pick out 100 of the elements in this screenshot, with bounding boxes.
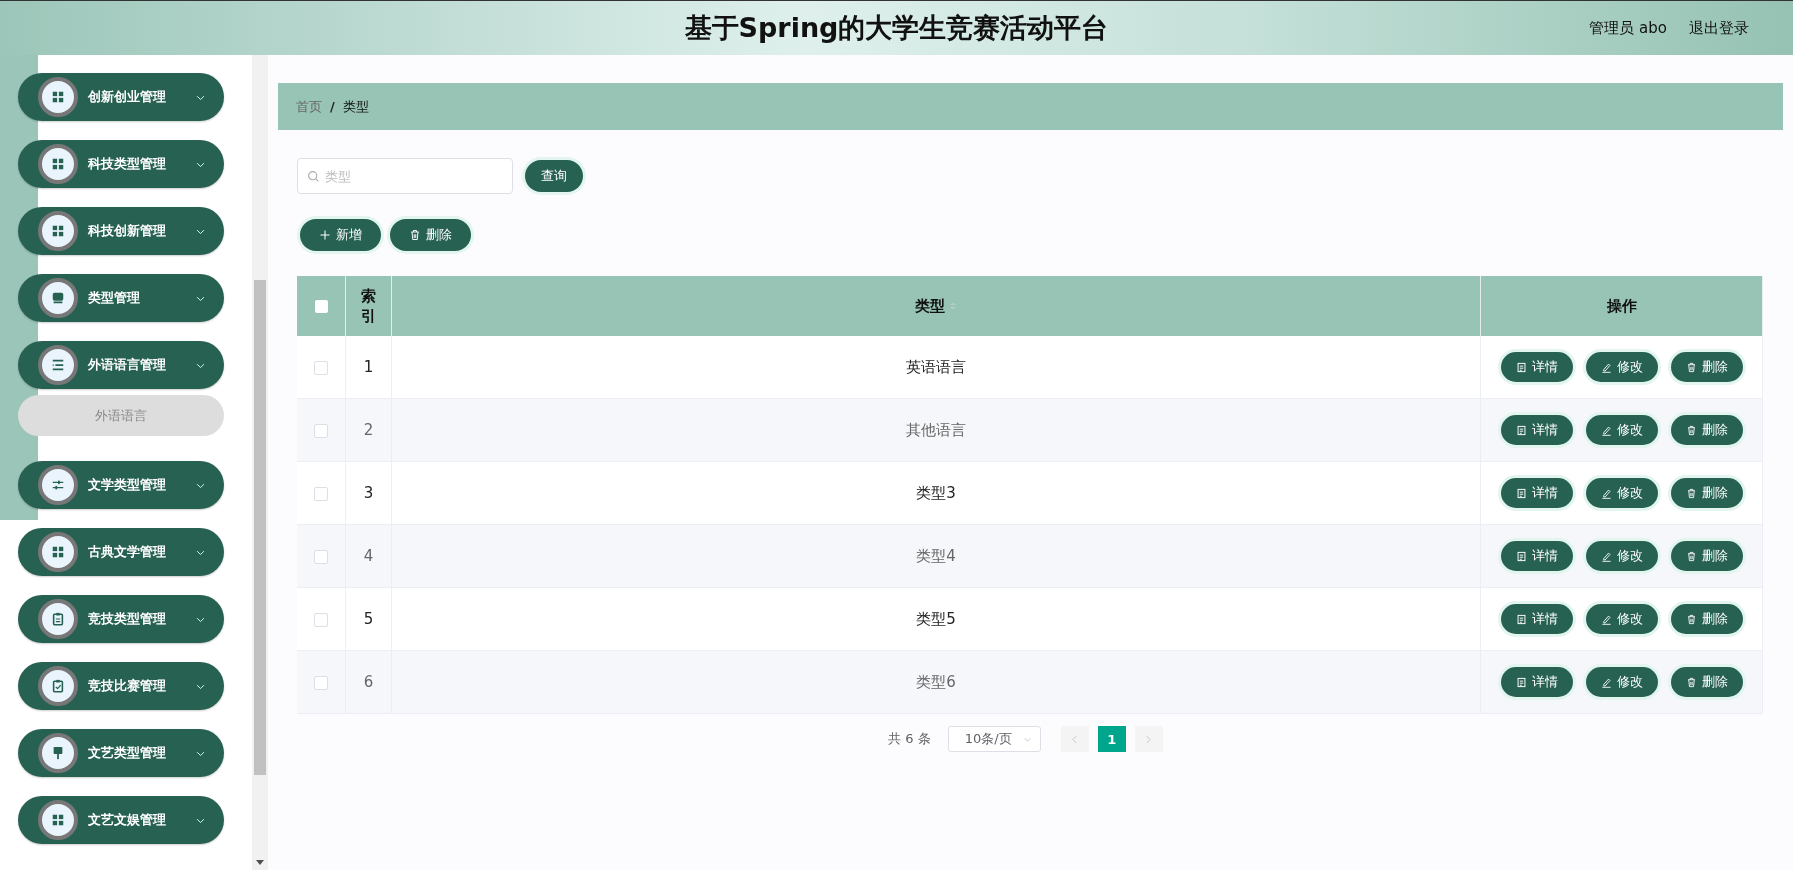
- scroll-down-icon[interactable]: [256, 860, 264, 865]
- table-cell: 5: [345, 587, 392, 651]
- column-header[interactable]: 类型: [391, 276, 1481, 336]
- delete-button[interactable]: 删除: [1670, 604, 1743, 634]
- scrollbar-thumb[interactable]: [254, 280, 266, 775]
- row-checkbox[interactable]: [314, 360, 328, 375]
- logout-link[interactable]: 退出登录: [1689, 18, 1749, 38]
- previous-page-button[interactable]: [1060, 726, 1089, 752]
- row-checkbox[interactable]: [314, 675, 328, 690]
- menu-item[interactable]: 科技类型管理: [18, 140, 224, 188]
- delete-button[interactable]: 删除: [1670, 478, 1743, 508]
- row-checkbox[interactable]: [314, 486, 328, 501]
- pencil-icon: [1600, 613, 1612, 625]
- document-icon: [1515, 613, 1527, 625]
- table-cell: 6: [345, 650, 392, 714]
- delete-button[interactable]: 删除: [1670, 541, 1743, 571]
- grid-icon: [51, 545, 65, 559]
- menu-item[interactable]: 类型管理: [18, 274, 224, 322]
- sort-icon: [949, 300, 957, 312]
- menu-item[interactable]: 文学类型管理: [18, 461, 224, 509]
- edit-button[interactable]: 修改: [1585, 541, 1658, 571]
- table-cell: 4: [345, 524, 392, 588]
- delete-button[interactable]: 删除: [1670, 352, 1743, 382]
- trash-icon: [1685, 550, 1697, 562]
- row-checkbox[interactable]: [314, 549, 328, 564]
- table-cell: 类型6: [391, 650, 1481, 714]
- query-button[interactable]: 查询: [525, 160, 583, 192]
- document-icon: [1515, 676, 1527, 688]
- grid-icon: [51, 157, 65, 171]
- edit-button[interactable]: 修改: [1585, 352, 1658, 382]
- menu-item[interactable]: 竞技类型管理: [18, 595, 224, 643]
- clipboard-icon: [51, 612, 65, 626]
- table-cell: 3: [345, 461, 392, 525]
- trash-icon: [409, 229, 421, 241]
- user-name: 管理员 abo: [1589, 18, 1667, 38]
- breadcrumb-separator: /: [330, 99, 335, 114]
- edit-button[interactable]: 修改: [1585, 478, 1658, 508]
- total-count: 共 6 条: [888, 730, 931, 748]
- details-button[interactable]: 详情: [1500, 541, 1573, 571]
- trash-icon: [1685, 361, 1697, 373]
- details-button[interactable]: 详情: [1500, 415, 1573, 445]
- chevron-left-icon: [1070, 734, 1080, 744]
- search-icon: [307, 170, 320, 183]
- select-all-checkbox[interactable]: [314, 300, 328, 313]
- page-title: 基于Spring的大学生竞赛活动平台: [684, 11, 1109, 45]
- table-cell: 其他语言: [391, 398, 1481, 462]
- brush-icon: [51, 746, 65, 760]
- table-cell: 2: [345, 398, 392, 462]
- delete-button[interactable]: 删除: [390, 219, 471, 251]
- list-icon: [51, 358, 65, 372]
- pencil-icon: [1600, 550, 1612, 562]
- page-size-select[interactable]: 10条/页: [947, 726, 1041, 752]
- grid-icon: [51, 90, 65, 104]
- pencil-icon: [1600, 676, 1612, 688]
- trash-icon: [1685, 424, 1697, 436]
- trash-icon: [1685, 676, 1697, 688]
- pencil-icon: [1600, 424, 1612, 436]
- delete-button[interactable]: 删除: [1670, 667, 1743, 697]
- document-icon: [1515, 487, 1527, 499]
- trash-icon: [1685, 613, 1697, 625]
- plus-icon: [319, 229, 331, 241]
- edit-button[interactable]: 修改: [1585, 415, 1658, 445]
- menu-item[interactable]: 竞技比赛管理: [18, 662, 224, 710]
- pencil-icon: [1600, 361, 1612, 373]
- menu-item[interactable]: 文艺文娱管理: [18, 796, 224, 844]
- table-cell: 类型3: [391, 461, 1481, 525]
- column-header: 索引: [345, 276, 392, 336]
- monitor-icon: [51, 291, 65, 305]
- table-cell: 英语语言: [391, 336, 1481, 399]
- menu-item[interactable]: 文艺类型管理: [18, 729, 224, 777]
- grid-icon: [51, 813, 65, 827]
- row-checkbox[interactable]: [314, 423, 328, 438]
- column-header: 操作: [1480, 276, 1763, 336]
- menu-item[interactable]: 科技创新管理: [18, 207, 224, 255]
- menu-item[interactable]: 创新创业管理: [18, 73, 224, 121]
- row-checkbox[interactable]: [314, 612, 328, 627]
- table-cell: 类型4: [391, 524, 1481, 588]
- details-button[interactable]: 详情: [1500, 352, 1573, 382]
- details-button[interactable]: 详情: [1500, 604, 1573, 634]
- pencil-icon: [1600, 487, 1612, 499]
- clipboard-check-icon: [51, 679, 65, 693]
- next-page-button[interactable]: [1134, 726, 1163, 752]
- document-icon: [1515, 550, 1527, 562]
- menu-item[interactable]: 古典文学管理: [18, 528, 224, 576]
- chevron-right-icon: [1144, 734, 1154, 744]
- document-icon: [1515, 361, 1527, 373]
- table-cell: 1: [345, 336, 392, 399]
- sliders-icon: [51, 478, 65, 492]
- edit-button[interactable]: 修改: [1585, 604, 1658, 634]
- document-icon: [1515, 424, 1527, 436]
- menu-item[interactable]: 外语语言管理: [18, 341, 224, 389]
- grid-icon: [51, 224, 65, 238]
- details-button[interactable]: 详情: [1500, 667, 1573, 697]
- add-button[interactable]: 新增: [300, 219, 381, 251]
- trash-icon: [1685, 487, 1697, 499]
- delete-button[interactable]: 删除: [1670, 415, 1743, 445]
- search-field[interactable]: 类型: [297, 158, 513, 194]
- details-button[interactable]: 详情: [1500, 478, 1573, 508]
- edit-button[interactable]: 修改: [1585, 667, 1658, 697]
- table-cell: 类型5: [391, 587, 1481, 651]
